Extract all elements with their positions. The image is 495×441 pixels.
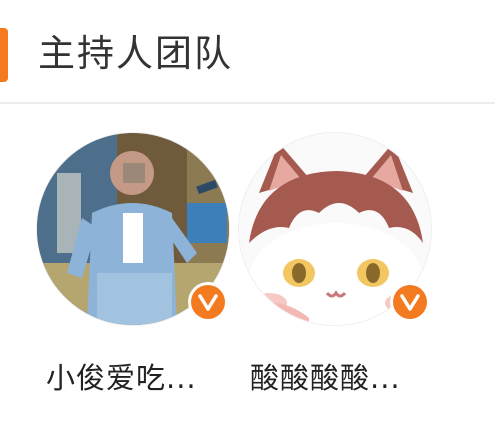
section-title: 主持人团队: [38, 32, 233, 75]
verified-badge: [390, 282, 430, 322]
verified-v-icon: [191, 285, 225, 319]
host-name[interactable]: 酸酸酸酸...: [250, 358, 430, 398]
section-divider: [0, 102, 495, 104]
host-card[interactable]: 酸酸酸酸...: [238, 132, 438, 412]
host-name[interactable]: 小俊爱吃...: [46, 358, 226, 398]
verified-badge: [188, 282, 228, 322]
verified-v-icon: [393, 285, 427, 319]
host-avatar-wrap[interactable]: [238, 132, 432, 326]
host-card[interactable]: 小俊爱吃...: [36, 132, 236, 412]
section-header: 主持人团队: [0, 0, 495, 104]
section-accent-bar: [0, 28, 8, 82]
host-avatar-wrap[interactable]: [36, 132, 230, 326]
host-team-panel: 主持人团队 小俊爱吃... 酸酸酸酸...: [0, 0, 495, 441]
